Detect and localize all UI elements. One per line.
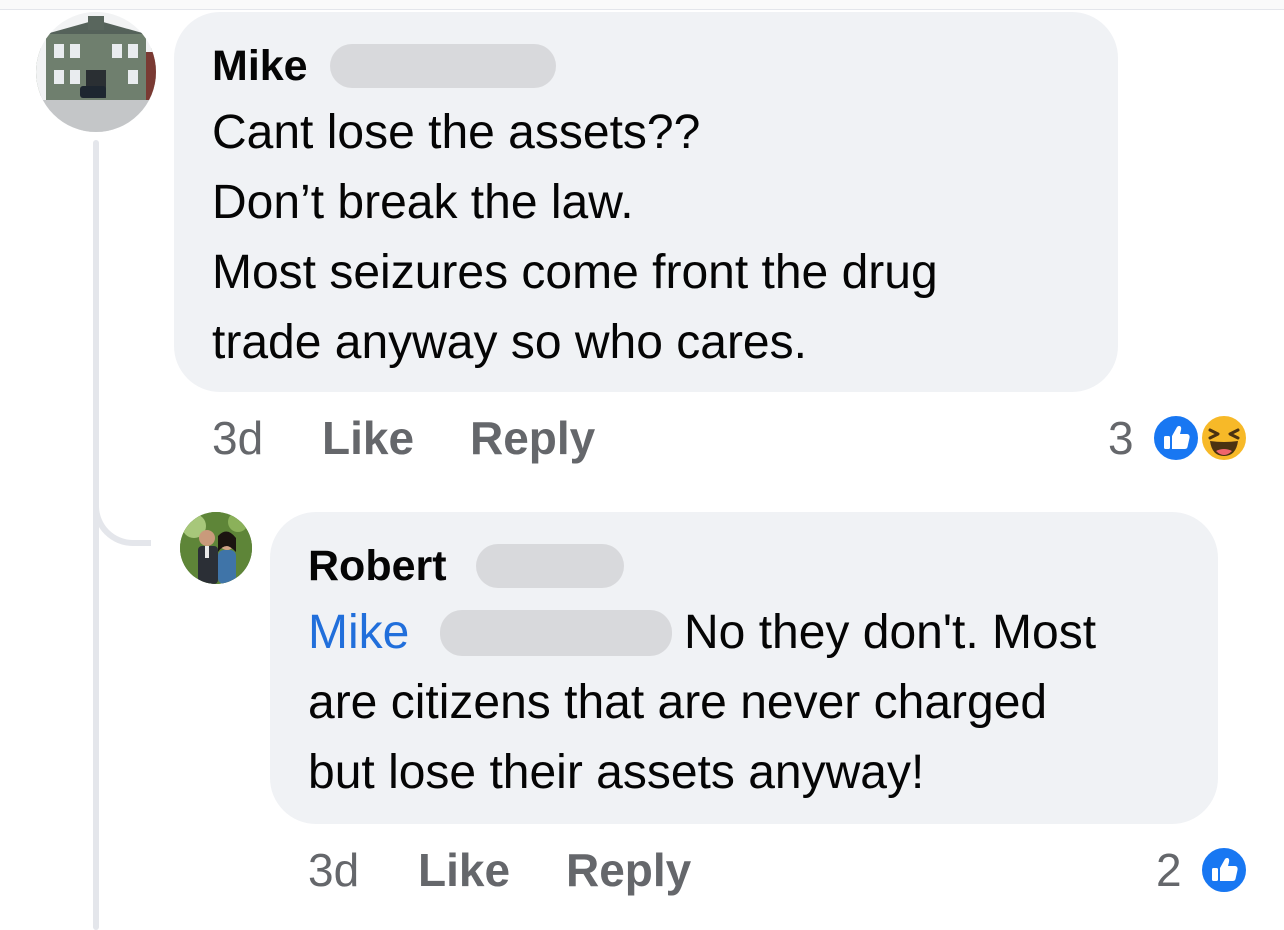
- top-divider: [0, 0, 1284, 10]
- redacted-surname: [330, 44, 556, 88]
- redacted-mention-surname: [440, 610, 672, 656]
- avatar-robert[interactable]: [180, 512, 252, 584]
- comment-author[interactable]: Robert: [308, 540, 447, 592]
- comment-timestamp[interactable]: 3d: [308, 842, 359, 898]
- comment-timestamp[interactable]: 3d: [212, 410, 263, 466]
- reply-thread-connector: [93, 480, 151, 546]
- comment-line: Don’t break the law.: [212, 176, 634, 229]
- like-reaction-icon[interactable]: [1200, 846, 1248, 894]
- haha-reaction-icon[interactable]: [1200, 414, 1248, 462]
- comment-author[interactable]: Mike: [212, 40, 308, 92]
- reply-button[interactable]: Reply: [470, 410, 595, 466]
- comment-line: are citizens that are never charged: [308, 676, 1048, 729]
- comment-line: Mike No they don't. Most: [308, 598, 1096, 668]
- comment-line: Most seizures come front the drug: [212, 246, 938, 299]
- redacted-surname: [476, 544, 624, 588]
- comment-text-robert: Mike No they don't. Most are citizens tha…: [308, 598, 1096, 808]
- couple-photo-icon: [180, 512, 252, 584]
- like-reaction-icon[interactable]: [1152, 414, 1200, 462]
- reaction-count[interactable]: 3: [1108, 410, 1134, 466]
- reaction-count[interactable]: 2: [1156, 842, 1182, 898]
- avatar-mike[interactable]: [36, 12, 156, 132]
- comment-line: Cant lose the assets??: [212, 106, 701, 159]
- like-button[interactable]: Like: [418, 842, 510, 898]
- like-button[interactable]: Like: [322, 410, 414, 466]
- reply-thread-line: [93, 140, 99, 930]
- house-photo-icon: [36, 12, 156, 132]
- comment-text-mike: Cant lose the assets?? Don’t break the l…: [212, 98, 938, 378]
- comment-line-text: No they don't. Most: [684, 606, 1097, 659]
- reply-button[interactable]: Reply: [566, 842, 691, 898]
- comment-line: trade anyway so who cares.: [212, 316, 807, 369]
- comment-line: but lose their assets anyway!: [308, 746, 925, 799]
